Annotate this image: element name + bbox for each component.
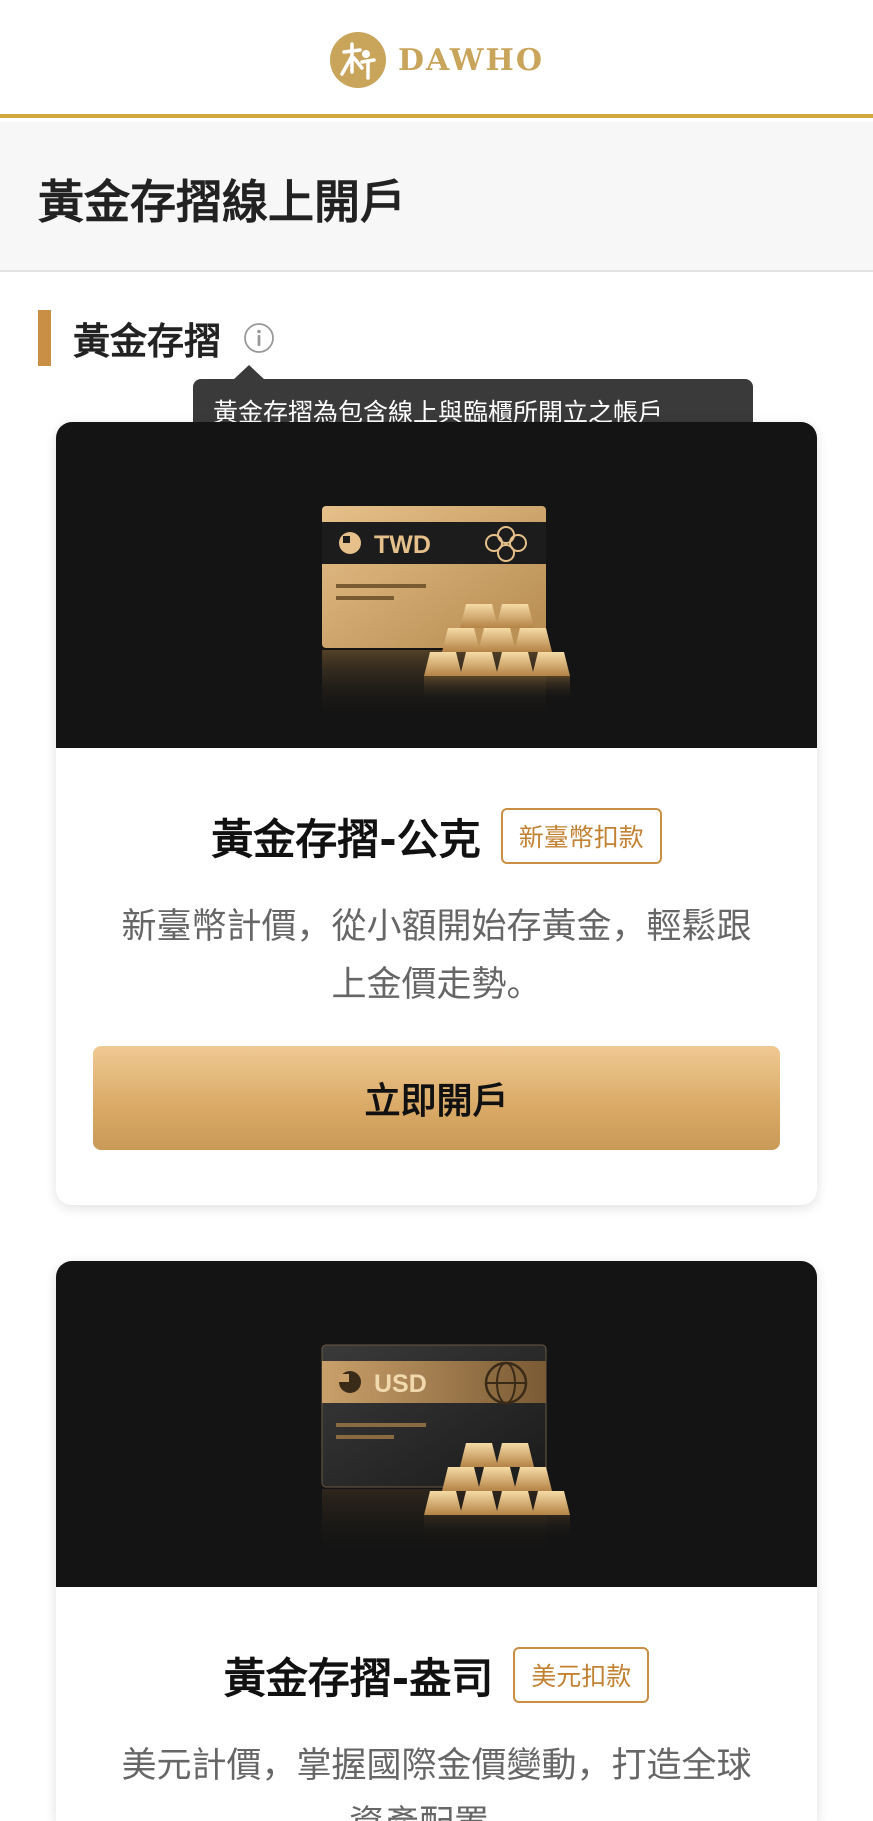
header: DAWHO <box>0 0 873 118</box>
page-title: 黃金存摺線上開戶 <box>38 175 406 229</box>
dawho-logo-icon <box>330 32 386 88</box>
twd-gold-passbook-illustration: TWD <box>56 422 817 748</box>
product-name: 黃金存摺-公克 <box>211 814 481 864</box>
usd-gold-passbook-illustration: USD <box>56 1261 817 1587</box>
section-title: 黃金存摺 <box>73 320 221 363</box>
product-card-ounce: USD 黃金存摺-盎司 美元扣款 美元計價，掌握國際金價變動，打造全球 <box>56 1261 817 1821</box>
section-header: 黃金存摺 <box>38 310 275 366</box>
payment-badge: 新臺幣扣款 <box>500 808 662 864</box>
product-description: 美元計價，掌握國際金價變動，打造全球資產配置。 <box>121 1746 752 1821</box>
dawho-logo[interactable]: DAWHO <box>330 32 544 88</box>
logo-text: DAWHO <box>398 42 544 78</box>
title-bar: 黃金存摺線上開戶 <box>0 122 873 272</box>
open-account-button[interactable]: 立即開戶 <box>93 1046 780 1150</box>
product-card-gram: TWD 黃金存摺-公克 新臺幣扣款 新臺幣計價，從小額開始存黃金，輕鬆跟上金價走… <box>56 422 817 1205</box>
info-icon[interactable] <box>243 322 275 354</box>
product-description: 新臺幣計價，從小額開始存黃金，輕鬆跟上金價走勢。 <box>121 907 752 1005</box>
payment-badge: 美元扣款 <box>513 1647 650 1703</box>
product-title-row: 黃金存摺-公克 新臺幣扣款 <box>56 808 817 864</box>
svg-text:TWD: TWD <box>374 531 431 559</box>
tooltip-arrow <box>233 365 265 380</box>
svg-text:USD: USD <box>374 1370 427 1398</box>
product-name: 黃金存摺-盎司 <box>223 1653 494 1703</box>
product-title-row: 黃金存摺-盎司 美元扣款 <box>56 1647 817 1703</box>
section-accent-bar <box>38 310 51 366</box>
